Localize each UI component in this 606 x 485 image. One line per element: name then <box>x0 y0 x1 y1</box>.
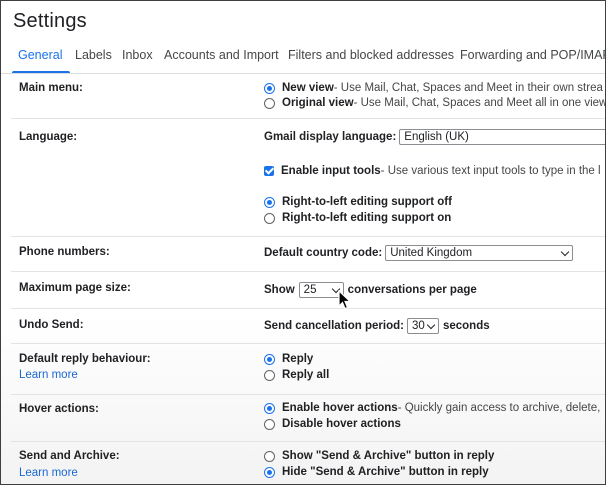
hide-send-archive-label: Hide "Send & Archive" button in reply <box>282 466 489 478</box>
rtl-on-option[interactable]: Right-to-left editing support on <box>264 212 451 224</box>
enable-hover-title: Enable hover actions <box>282 402 398 414</box>
cancellation-period-suffix: seconds <box>442 320 490 332</box>
new-view-option[interactable]: New view - Use Mail, Chat, Spaces and Me… <box>264 82 603 94</box>
reply-label: Reply <box>282 353 314 365</box>
input-tools-checkbox[interactable] <box>264 166 274 176</box>
rtl-on-radio[interactable] <box>264 212 275 224</box>
display-language-value: English (UK) <box>404 131 469 143</box>
send-archive-row: Send and Archive: Learn more Show "Send … <box>11 441 605 484</box>
original-view-title: Original view <box>282 97 354 109</box>
reply-behaviour-label: Default reply behaviour: <box>19 353 151 365</box>
hover-actions-row: Hover actions: Enable hover actions - Qu… <box>11 394 605 442</box>
page-size-show-label: Show <box>264 284 295 296</box>
display-language-setting: Gmail display language: English (UK) <box>264 129 605 145</box>
page-size-label: Maximum page size: <box>19 282 131 294</box>
display-language-label: Gmail display language: <box>264 131 397 143</box>
enable-hover-option[interactable]: Enable hover actions - Quickly gain acce… <box>264 402 600 414</box>
reply-learn-more-link[interactable]: Learn more <box>19 369 78 381</box>
send-archive-label: Send and Archive: <box>19 450 120 462</box>
cancellation-period-value: 30 <box>411 320 425 332</box>
country-code-setting: Default country code: United Kingdom <box>264 245 574 261</box>
main-menu-label: Main menu: <box>19 82 83 94</box>
language-row: Language: Gmail display language: Englis… <box>11 118 605 237</box>
original-view-desc: - Use Mail, Chat, Spaces and Meet all in… <box>353 97 606 109</box>
rtl-off-option[interactable]: Right-to-left editing support off <box>264 196 452 208</box>
rtl-on-label: Right-to-left editing support on <box>282 212 452 224</box>
settings-tabs: General Labels Inbox Accounts and Import… <box>1 45 605 74</box>
display-language-select[interactable]: English (UK) <box>399 129 605 145</box>
input-tools-option[interactable]: Enable input tools - Use various text in… <box>264 165 601 177</box>
undo-send-label: Undo Send: <box>19 319 84 331</box>
tab-general[interactable]: General <box>18 48 62 62</box>
show-send-archive-radio[interactable] <box>264 450 275 462</box>
new-view-radio[interactable] <box>264 82 275 94</box>
rtl-off-label: Right-to-left editing support off <box>282 196 452 208</box>
reply-all-radio[interactable] <box>264 369 275 381</box>
enable-hover-radio[interactable] <box>264 402 275 414</box>
hide-send-archive-option[interactable]: Hide "Send & Archive" button in reply <box>264 466 489 478</box>
disable-hover-radio[interactable] <box>264 418 275 430</box>
original-view-option[interactable]: Original view - Use Mail, Chat, Spaces a… <box>264 97 606 109</box>
country-code-select[interactable]: United Kingdom <box>385 245 574 261</box>
reply-all-option[interactable]: Reply all <box>264 369 329 381</box>
hover-actions-label: Hover actions: <box>19 403 99 415</box>
reply-all-label: Reply all <box>282 369 330 381</box>
reply-radio[interactable] <box>264 353 275 365</box>
send-archive-learn-more-link[interactable]: Learn more <box>19 467 78 479</box>
tab-forwarding-and-pop-imap[interactable]: Forwarding and POP/IMAP <box>460 48 605 62</box>
cancellation-period-label: Send cancellation period: <box>264 320 404 332</box>
tab-labels[interactable]: Labels <box>75 48 112 62</box>
rtl-off-radio[interactable] <box>264 196 275 208</box>
country-code-value: United Kingdom <box>390 247 473 259</box>
show-send-archive-option[interactable]: Show "Send & Archive" button in reply <box>264 450 494 462</box>
mouse-cursor-icon <box>338 290 352 310</box>
main-menu-row: Main menu: New view - Use Mail, Chat, Sp… <box>11 74 605 119</box>
new-view-desc: - Use Mail, Chat, Spaces and Meet in the… <box>333 82 603 94</box>
show-send-archive-label: Show "Send & Archive" button in reply <box>282 450 495 462</box>
phone-numbers-label: Phone numbers: <box>19 246 110 258</box>
page-size-suffix: conversations per page <box>347 284 477 296</box>
tab-inbox[interactable]: Inbox <box>122 48 153 62</box>
new-view-title: New view <box>282 82 334 94</box>
language-label: Language: <box>19 131 78 143</box>
country-code-label: Default country code: <box>264 247 383 259</box>
enable-hover-desc: - Quickly gain access to archive, delete… <box>397 402 601 414</box>
hide-send-archive-radio[interactable] <box>264 466 275 478</box>
page-size-row: Maximum page size: Show 25 conversations… <box>11 271 605 309</box>
cancellation-period-select[interactable]: 30 <box>406 318 439 334</box>
settings-window: Settings General Labels Inbox Accounts a… <box>0 0 606 485</box>
disable-hover-option[interactable]: Disable hover actions <box>264 418 401 430</box>
reply-behaviour-row: Default reply behaviour: Learn more Repl… <box>11 343 605 395</box>
chevron-down-icon <box>560 247 570 256</box>
undo-send-row: Undo Send: Send cancellation period: 30 … <box>11 308 605 344</box>
page-size-setting: Show 25 conversations per page <box>264 282 477 298</box>
reply-option[interactable]: Reply <box>264 353 313 365</box>
disable-hover-label: Disable hover actions <box>282 418 401 430</box>
page-title: Settings <box>13 10 87 32</box>
input-tools-title: Enable input tools <box>281 165 381 177</box>
tab-accounts-and-import[interactable]: Accounts and Import <box>164 48 279 62</box>
cancellation-period-setting: Send cancellation period: 30 seconds <box>264 318 490 334</box>
page-size-select[interactable]: 25 <box>298 282 344 298</box>
original-view-radio[interactable] <box>264 97 275 109</box>
chevron-down-icon <box>426 320 436 329</box>
phone-numbers-row: Phone numbers: Default country code: Uni… <box>11 236 605 272</box>
page-size-value: 25 <box>303 284 317 296</box>
input-tools-desc: - Use various text input tools to type i… <box>380 165 601 177</box>
tab-filters-and-blocked-addresses[interactable]: Filters and blocked addresses <box>288 48 454 62</box>
